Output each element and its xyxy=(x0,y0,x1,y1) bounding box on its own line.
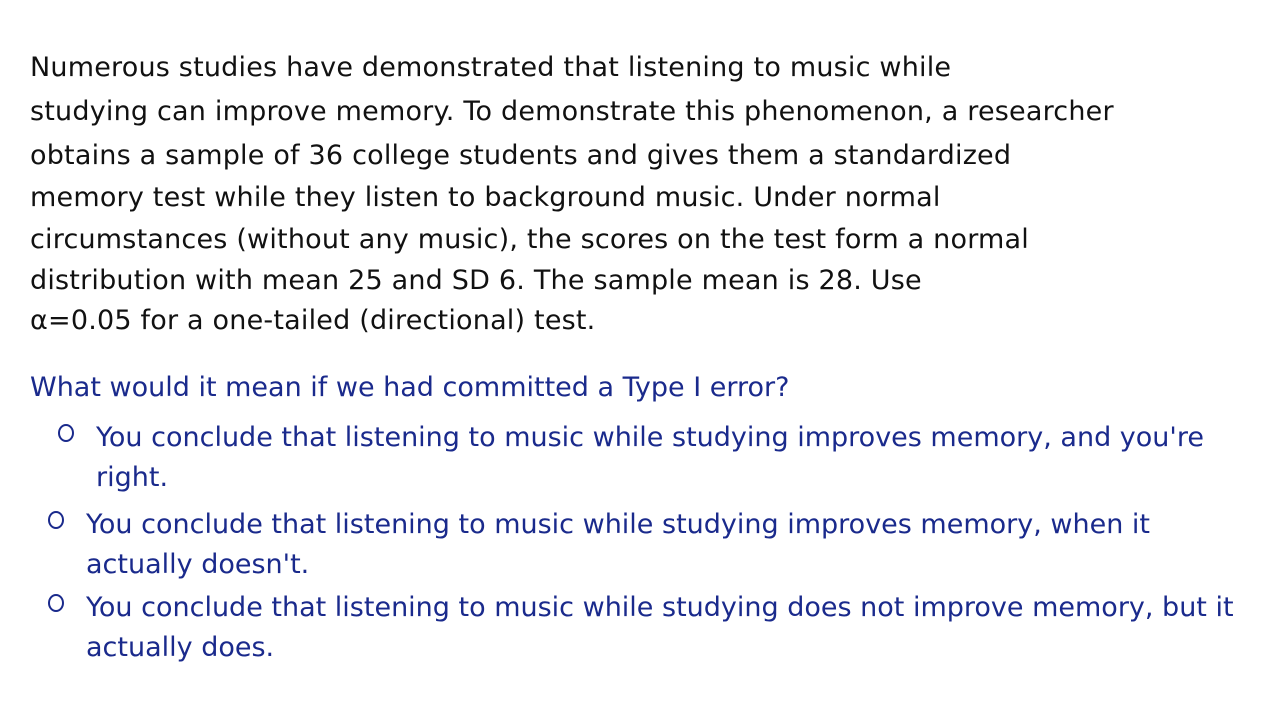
problem-line: obtains a sample of 36 college students … xyxy=(30,140,1012,171)
radio-circle-icon[interactable] xyxy=(48,511,64,529)
problem-line: circumstances (without any music), the s… xyxy=(30,224,1029,255)
problem-line: distribution with mean 25 and SD 6. The … xyxy=(30,265,922,296)
option-label: You conclude that listening to music whi… xyxy=(86,592,1234,663)
problem-line: Numerous studies have demonstrated that … xyxy=(30,52,952,83)
answer-option-3[interactable]: You conclude that listening to music whi… xyxy=(48,588,1246,668)
question-text: What would it mean if we had committed a… xyxy=(30,372,790,403)
problem-line: α=0.05 for a one-tailed (directional) te… xyxy=(30,305,596,336)
option-label: You conclude that listening to music whi… xyxy=(86,509,1150,580)
radio-circle-icon[interactable] xyxy=(48,594,64,612)
option-label: You conclude that listening to music whi… xyxy=(96,422,1204,493)
problem-line: studying can improve memory. To demonstr… xyxy=(30,96,1114,127)
answer-option-1[interactable]: You conclude that listening to music whi… xyxy=(58,418,1256,498)
answer-option-2[interactable]: You conclude that listening to music whi… xyxy=(48,505,1246,585)
radio-circle-icon[interactable] xyxy=(58,424,74,442)
problem-line: memory test while they listen to backgro… xyxy=(30,182,941,213)
